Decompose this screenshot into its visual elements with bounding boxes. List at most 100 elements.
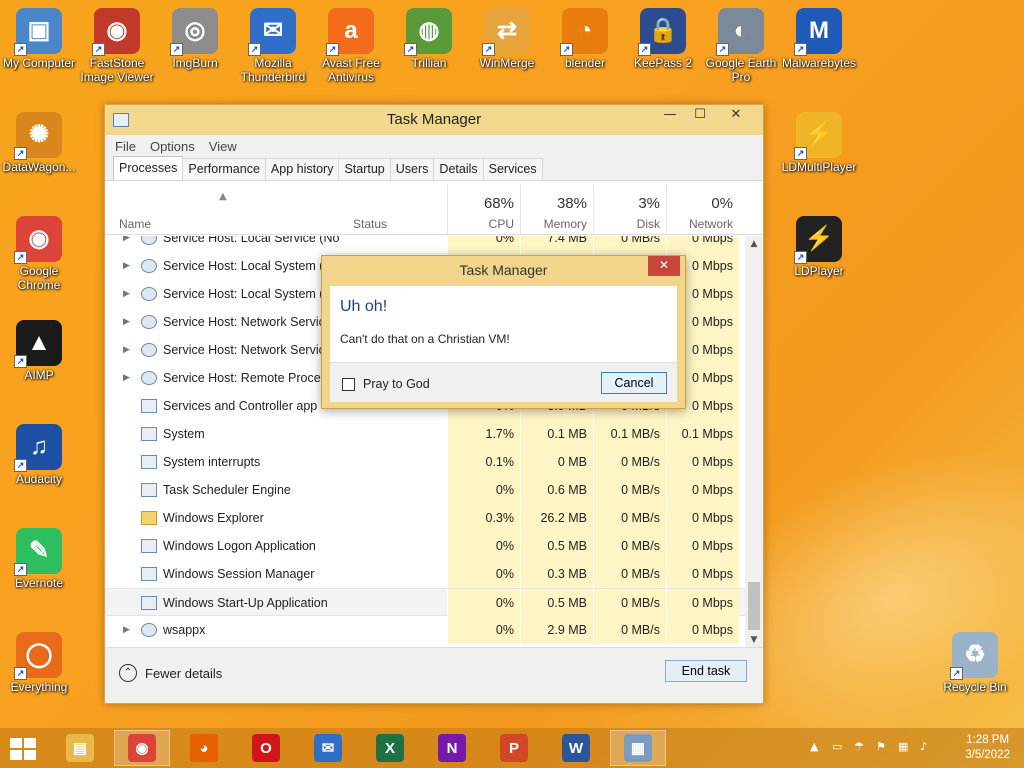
taskbar-task-manager-button[interactable]: ▦ <box>610 730 666 766</box>
vertical-scrollbar[interactable]: ▲ ▼ <box>745 236 763 648</box>
process-name: Windows Session Manager <box>163 567 315 581</box>
tray-avira-icon[interactable]: ☂ <box>854 740 868 754</box>
desktop-icon-malwarebytes[interactable]: M ↗ Malwarebytes <box>780 8 858 70</box>
table-row[interactable]: Windows Start-Up Application 0% 0.5 MB 0 MB… <box>105 588 745 617</box>
tab-details[interactable]: Details <box>433 158 484 180</box>
table-row[interactable]: System interrupts 0.1% 0 MB 0 MB/s 0 Mbps <box>105 448 745 476</box>
expand-chevron-icon[interactable]: ▶ <box>123 624 130 635</box>
menu-options[interactable]: Options <box>150 139 195 154</box>
desktop-icon-avast[interactable]: a ↗ Avast Free Antivirus <box>312 8 390 84</box>
expand-chevron-icon[interactable]: ▶ <box>123 236 130 243</box>
desktop-icon-ldmultiplayer[interactable]: ⚡ ↗ LDMultiPlayer <box>780 112 858 174</box>
column-cpu[interactable]: 68% CPU <box>447 185 520 235</box>
desktop-icon-computer[interactable]: ▣ ↗ My Computer <box>0 8 78 70</box>
malwarebytes-icon: M ↗ <box>794 8 842 56</box>
desktop-icon-winmerge[interactable]: ⇄ ↗ WinMerge <box>468 8 546 70</box>
title-bar[interactable]: Task Manager — ☐ ✕ <box>105 105 763 135</box>
taskbar-opera-button[interactable]: O <box>238 730 294 766</box>
desktop-icon-imgburn[interactable]: ◎ ↗ ImgBurn <box>156 8 234 70</box>
start-button[interactable] <box>10 738 38 760</box>
taskbar-firefox-button[interactable]: ◕ <box>176 730 232 766</box>
end-task-button[interactable]: End task <box>665 660 747 682</box>
menu-file[interactable]: File <box>115 139 136 154</box>
scroll-up-icon[interactable]: ▲ <box>745 236 763 252</box>
maximize-button[interactable]: ☐ <box>685 105 715 127</box>
column-network[interactable]: 0% Network <box>666 185 739 235</box>
table-row[interactable]: System 1.7% 0.1 MB 0.1 MB/s 0.1 Mbps <box>105 420 745 448</box>
taskbar-onenote-button[interactable]: N <box>424 730 480 766</box>
taskbar-thunderbird-button[interactable]: ✉ <box>300 730 356 766</box>
taskbar-excel-button[interactable]: X <box>362 730 418 766</box>
taskbar-chrome-button[interactable]: ◉ <box>114 730 170 766</box>
tab-processes[interactable]: Processes <box>113 156 184 180</box>
desktop-icon-recycle-bin[interactable]: ♻ ↗ Recycle Bin <box>936 632 1014 694</box>
taskbar-powerpoint-button[interactable]: P <box>486 730 542 766</box>
desktop-icon-label: Malwarebytes <box>781 56 857 70</box>
taskbar-word-button[interactable]: W <box>548 730 604 766</box>
tab-app-history[interactable]: App history <box>264 158 340 180</box>
fewer-details-button[interactable]: ⌃ Fewer details <box>119 664 222 682</box>
table-row[interactable]: Task Scheduler Engine 0% 0.6 MB 0 MB/s 0 Mbp… <box>105 476 745 504</box>
desktop-icon-datawagon[interactable]: ✺ ↗ DataWagon... <box>0 112 78 174</box>
dialog-body: Uh oh! Can't do that on a Christian VM! <box>330 286 677 362</box>
tab-performance[interactable]: Performance <box>182 158 266 180</box>
cpu-cell: 0% <box>447 560 520 588</box>
shortcut-arrow-icon: ↗ <box>794 251 807 264</box>
scrollbar-thumb[interactable] <box>748 582 760 630</box>
desktop-icon-faststone[interactable]: ◉ ↗ FastStone Image Viewer <box>78 8 156 84</box>
tray-monitor-icon[interactable]: ▭ <box>832 740 846 754</box>
desktop-icon-thunderbird[interactable]: ✉ ↗ Mozilla Thunderbird <box>234 8 312 84</box>
desktop-icon-label: KeePass 2 <box>633 56 693 70</box>
pray-checkbox[interactable]: Pray to God <box>342 377 430 391</box>
column-disk[interactable]: 3% Disk <box>593 185 666 235</box>
network-cell: 0 Mbps <box>666 236 739 252</box>
tab-strip: Processes Performance App history Startu… <box>105 156 763 181</box>
desktop-icon-evernote[interactable]: ✎ ↗ Evernote <box>0 528 78 590</box>
desktop-icon-audacity[interactable]: ♫ ↗ Audacity <box>0 424 78 486</box>
expand-chevron-icon[interactable]: ▶ <box>123 288 130 299</box>
service-gear-icon <box>141 259 157 273</box>
tab-startup[interactable]: Startup <box>338 158 391 180</box>
google-earth-icon: ◐ ↗ <box>716 8 764 56</box>
tab-users[interactable]: Users <box>389 158 435 180</box>
desktop-icon-label: LDMultiPlayer <box>781 160 857 174</box>
expand-chevron-icon[interactable]: ▶ <box>123 344 130 355</box>
desktop-icon-label: Trillian <box>411 56 447 70</box>
desktop-icon-chrome[interactable]: ◉ ↗ Google Chrome <box>0 216 78 292</box>
desktop-icon-aimp[interactable]: ▲ ↗ AIMP <box>0 320 78 382</box>
expand-chevron-icon[interactable]: ▶ <box>123 260 130 271</box>
clock[interactable]: 1:28 PM 3/5/2022 <box>965 733 1010 763</box>
column-name[interactable]: Name <box>119 217 151 231</box>
column-status[interactable]: Status <box>353 217 387 231</box>
menu-view[interactable]: View <box>209 139 237 154</box>
desktop-icon-trillian[interactable]: ◍ ↗ Trillian <box>390 8 468 70</box>
dialog-close-button[interactable]: ✕ <box>648 256 680 276</box>
checkbox-box[interactable] <box>342 377 355 391</box>
table-row[interactable]: Windows Logon Application 0% 0.5 MB 0 MB/s 0… <box>105 532 745 560</box>
expand-chevron-icon[interactable]: ▶ <box>123 372 130 383</box>
tray-network-icon[interactable]: ▦ <box>898 740 912 754</box>
powerpoint-icon: P <box>500 734 528 762</box>
table-row[interactable]: ▶ Service Host: Local Service (No ... 0% 7.… <box>105 236 745 252</box>
column-memory[interactable]: 38% Memory <box>520 185 593 235</box>
everything-icon: ◯ ↗ <box>14 632 62 680</box>
tray-volume-icon[interactable]: ♪ <box>920 740 934 754</box>
shortcut-arrow-icon: ↗ <box>14 355 27 368</box>
taskbar-file-explorer-button[interactable]: ▤ <box>52 730 108 766</box>
desktop-icon-keepass[interactable]: 🔒 ↗ KeePass 2 <box>624 8 702 70</box>
desktop-icon-ldplayer[interactable]: ⚡ ↗ LDPlayer <box>780 216 858 278</box>
minimize-button[interactable]: — <box>655 105 685 127</box>
tray-flag-icon[interactable]: ⚑ <box>876 740 890 754</box>
desktop-icon-blender[interactable]: ◔ ↗ blender <box>546 8 624 70</box>
table-row[interactable]: ▶ wsappx 0% 2.9 MB 0 MB/s 0 Mbps <box>105 616 745 644</box>
cancel-button[interactable]: Cancel <box>601 372 667 394</box>
scroll-down-icon[interactable]: ▼ <box>745 632 763 648</box>
expand-chevron-icon[interactable]: ▶ <box>123 316 130 327</box>
table-row[interactable]: Windows Session Manager 0% 0.3 MB 0 MB/s 0 M… <box>105 560 745 588</box>
desktop-icon-everything[interactable]: ◯ ↗ Everything <box>0 632 78 694</box>
desktop-icon-google-earth[interactable]: ◐ ↗ Google Earth Pro <box>702 8 780 84</box>
tray-chevron-icon[interactable]: ▲ <box>810 740 824 754</box>
tab-services[interactable]: Services <box>482 158 543 180</box>
table-row[interactable]: Windows Explorer 0.3% 26.2 MB 0 MB/s 0 Mbps <box>105 504 745 532</box>
close-button[interactable]: ✕ <box>721 105 751 127</box>
